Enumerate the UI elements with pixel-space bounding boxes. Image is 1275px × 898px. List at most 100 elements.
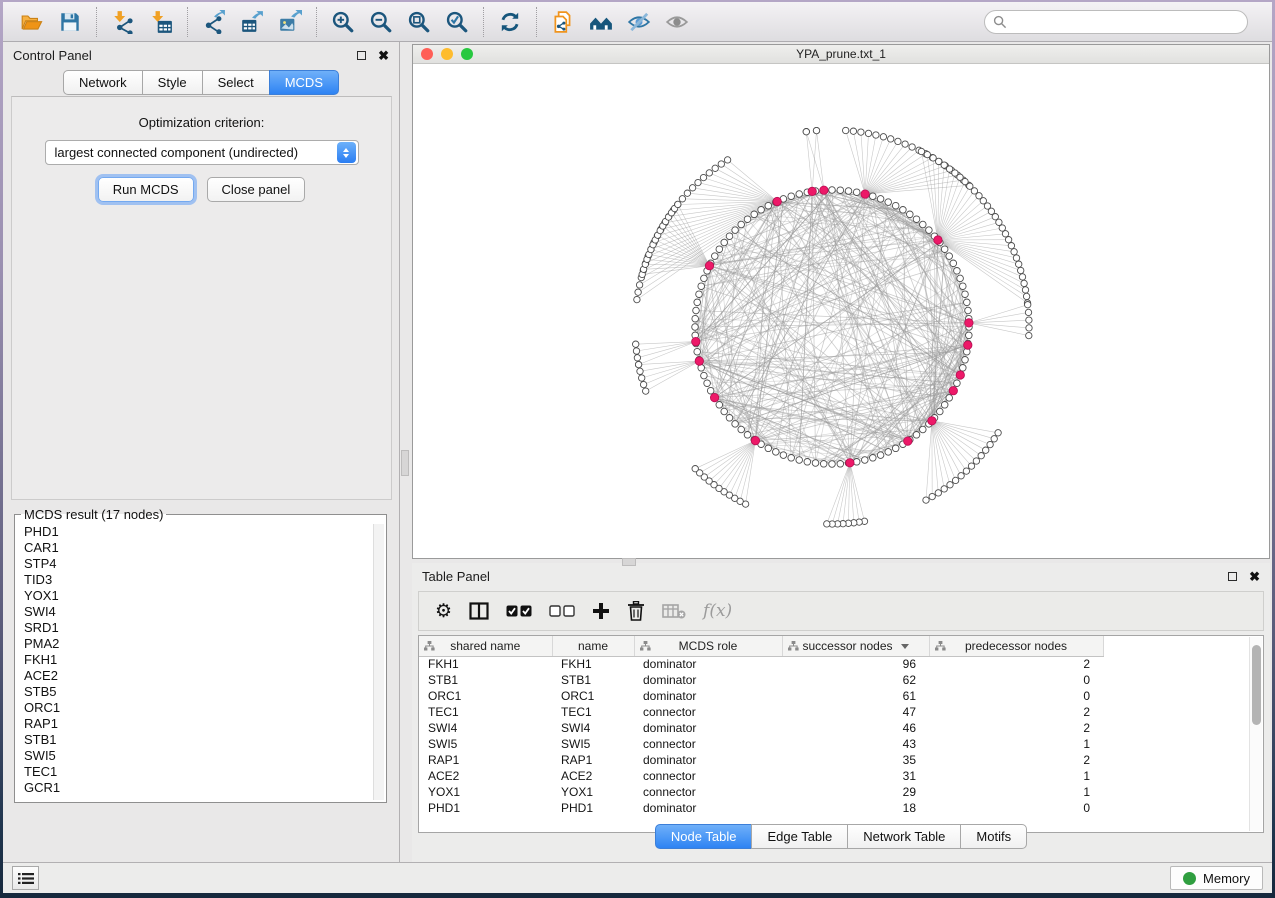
- table-row[interactable]: ORC1ORC1dominator610: [419, 688, 1103, 704]
- column-header-name[interactable]: name: [552, 636, 634, 656]
- table-cell[interactable]: 0: [929, 800, 1103, 816]
- mcds-result-item[interactable]: PHD1: [17, 524, 372, 540]
- table-cell[interactable]: SWI5: [419, 736, 552, 752]
- close-panel-icon[interactable]: ✖: [378, 49, 389, 62]
- tab-select[interactable]: Select: [202, 70, 270, 95]
- column-header-MCDS-role[interactable]: MCDS role: [634, 636, 782, 656]
- duplicate-network-button[interactable]: [544, 6, 582, 38]
- table-cell[interactable]: 0: [929, 672, 1103, 688]
- mcds-result-item[interactable]: ORC1: [17, 700, 372, 716]
- table-cell[interactable]: STB1: [552, 672, 634, 688]
- tab-network[interactable]: Network: [63, 70, 143, 95]
- table-row[interactable]: FKH1FKH1dominator962: [419, 656, 1103, 672]
- table-cell[interactable]: 2: [929, 720, 1103, 736]
- table-cell[interactable]: PHD1: [419, 800, 552, 816]
- memory-button[interactable]: Memory: [1170, 866, 1263, 890]
- maximize-window-light[interactable]: [461, 48, 473, 60]
- mcds-result-item[interactable]: STP4: [17, 556, 372, 572]
- search-input[interactable]: [1013, 15, 1239, 29]
- show-all-button[interactable]: [658, 6, 696, 38]
- mcds-result-item[interactable]: RAP1: [17, 716, 372, 732]
- table-scrollbar-thumb[interactable]: [1252, 645, 1261, 725]
- open-file-button[interactable]: [13, 6, 51, 38]
- table-cell[interactable]: dominator: [634, 688, 782, 704]
- table-row[interactable]: STB1STB1dominator620: [419, 672, 1103, 688]
- table-cell[interactable]: 0: [929, 688, 1103, 704]
- show-column-panel-button[interactable]: [469, 596, 489, 626]
- mcds-result-item[interactable]: YOX1: [17, 588, 372, 604]
- table-cell[interactable]: connector: [634, 768, 782, 784]
- table-cell[interactable]: 31: [782, 768, 929, 784]
- table-cell[interactable]: 43: [782, 736, 929, 752]
- table-cell[interactable]: connector: [634, 784, 782, 800]
- unselect-all-columns-button[interactable]: [549, 596, 575, 626]
- mcds-result-item[interactable]: STB5: [17, 684, 372, 700]
- zoom-fit-button[interactable]: [400, 6, 438, 38]
- table-scrollbar[interactable]: [1249, 637, 1262, 831]
- table-row[interactable]: PHD1PHD1dominator180: [419, 800, 1103, 816]
- table-cell[interactable]: ORC1: [552, 688, 634, 704]
- table-cell[interactable]: dominator: [634, 672, 782, 688]
- table-row[interactable]: SWI4SWI4dominator462: [419, 720, 1103, 736]
- table-cell[interactable]: 1: [929, 768, 1103, 784]
- export-table-button[interactable]: [233, 6, 271, 38]
- table-cell[interactable]: connector: [634, 736, 782, 752]
- table-cell[interactable]: 47: [782, 704, 929, 720]
- table-cell[interactable]: TEC1: [419, 704, 552, 720]
- float-table-panel-icon[interactable]: [1228, 572, 1237, 581]
- column-header-shared-name[interactable]: shared name: [419, 636, 552, 656]
- horizontal-splitter-grip[interactable]: [622, 558, 636, 566]
- close-panel-button[interactable]: Close panel: [207, 177, 306, 202]
- table-cell[interactable]: RAP1: [419, 752, 552, 768]
- tab-edge-table[interactable]: Edge Table: [751, 824, 848, 849]
- table-row[interactable]: TEC1TEC1connector472: [419, 704, 1103, 720]
- hide-selected-button[interactable]: [620, 6, 658, 38]
- column-header-successor-nodes[interactable]: successor nodes: [782, 636, 929, 656]
- show-panels-button[interactable]: [12, 866, 39, 890]
- tab-style[interactable]: Style: [142, 70, 203, 95]
- table-cell[interactable]: PHD1: [552, 800, 634, 816]
- table-cell[interactable]: 2: [929, 656, 1103, 672]
- import-table-button[interactable]: [142, 6, 180, 38]
- mcds-result-list[interactable]: PHD1CAR1STP4TID3YOX1SWI4SRD1PMA2FKH1ACE2…: [17, 524, 372, 800]
- refresh-button[interactable]: [491, 6, 529, 38]
- table-cell[interactable]: 62: [782, 672, 929, 688]
- table-cell[interactable]: YOX1: [552, 784, 634, 800]
- tab-mcds[interactable]: MCDS: [269, 70, 339, 95]
- mcds-result-item[interactable]: PMA2: [17, 636, 372, 652]
- table-cell[interactable]: 46: [782, 720, 929, 736]
- select-all-columns-button[interactable]: [506, 596, 532, 626]
- table-row[interactable]: RAP1RAP1dominator352: [419, 752, 1103, 768]
- tab-node-table[interactable]: Node Table: [655, 824, 753, 849]
- mcds-result-item[interactable]: SWI4: [17, 604, 372, 620]
- export-network-button[interactable]: [195, 6, 233, 38]
- table-cell[interactable]: connector: [634, 704, 782, 720]
- mcds-result-item[interactable]: TID3: [17, 572, 372, 588]
- table-cell[interactable]: dominator: [634, 656, 782, 672]
- column-header-predecessor-nodes[interactable]: predecessor nodes: [929, 636, 1103, 656]
- table-cell[interactable]: FKH1: [552, 656, 634, 672]
- table-cell[interactable]: ACE2: [552, 768, 634, 784]
- vertical-splitter[interactable]: [400, 42, 411, 862]
- table-cell[interactable]: 96: [782, 656, 929, 672]
- table-cell[interactable]: RAP1: [552, 752, 634, 768]
- table-settings-button[interactable]: ⚙: [435, 596, 452, 626]
- table-cell[interactable]: FKH1: [419, 656, 552, 672]
- tab-motifs[interactable]: Motifs: [960, 824, 1027, 849]
- table-cell[interactable]: SWI4: [419, 720, 552, 736]
- table-row[interactable]: ACE2ACE2connector311: [419, 768, 1103, 784]
- table-row[interactable]: YOX1YOX1connector291: [419, 784, 1103, 800]
- save-button[interactable]: [51, 6, 89, 38]
- mcds-result-item[interactable]: ACE2: [17, 668, 372, 684]
- table-cell[interactable]: dominator: [634, 752, 782, 768]
- network-canvas[interactable]: [413, 64, 1269, 558]
- zoom-in-button[interactable]: [324, 6, 362, 38]
- create-column-button[interactable]: [592, 596, 610, 626]
- table-cell[interactable]: 29: [782, 784, 929, 800]
- table-cell[interactable]: TEC1: [552, 704, 634, 720]
- export-image-button[interactable]: [271, 6, 309, 38]
- mcds-result-item[interactable]: TEC1: [17, 764, 372, 780]
- mcds-result-item[interactable]: STB1: [17, 732, 372, 748]
- table-row[interactable]: SWI5SWI5connector431: [419, 736, 1103, 752]
- close-window-light[interactable]: [421, 48, 433, 60]
